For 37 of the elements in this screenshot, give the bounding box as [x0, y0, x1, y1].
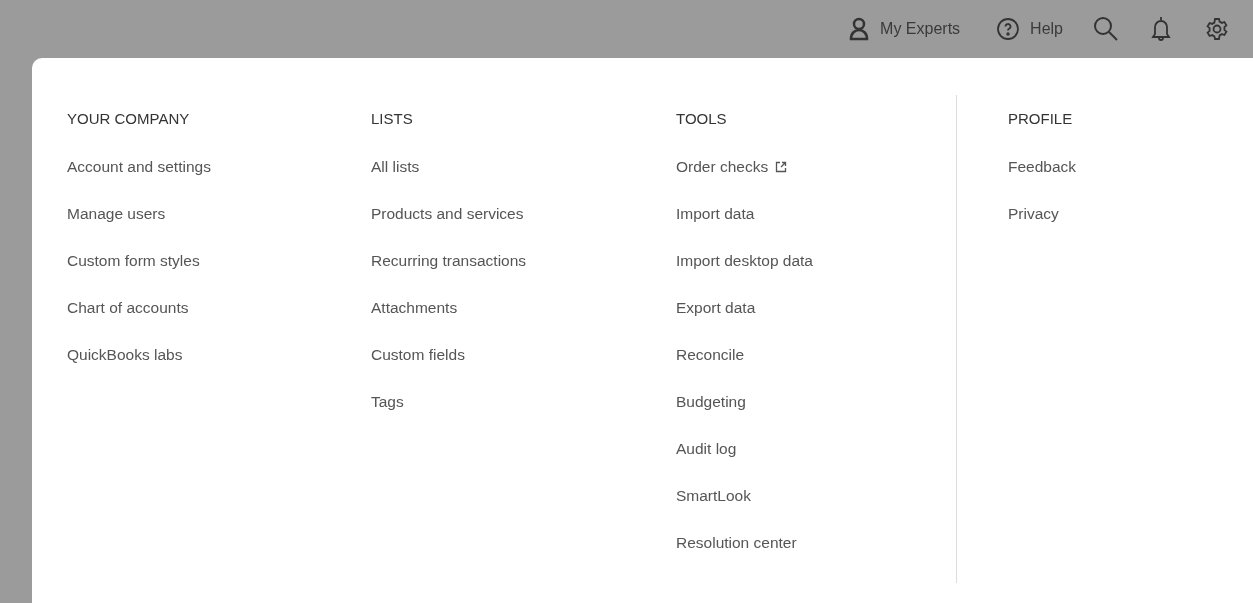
bell-icon: [1151, 16, 1171, 42]
external-link-icon: [775, 161, 788, 173]
column-heading: TOOLS: [676, 109, 728, 129]
person-icon: [848, 17, 871, 41]
my-experts-button[interactable]: My Experts: [848, 17, 961, 41]
search-button[interactable]: [1093, 16, 1119, 42]
menu-item[interactable]: Feedback: [1008, 155, 1077, 179]
menu-item[interactable]: Account and settings: [67, 155, 211, 179]
column-heading: LISTS: [371, 109, 414, 129]
menu-item[interactable]: SmartLook: [676, 484, 813, 508]
menu-item[interactable]: Import desktop data: [676, 249, 813, 273]
menu-item[interactable]: All lists: [371, 155, 527, 179]
menu-item[interactable]: Custom fields: [371, 343, 527, 367]
help-icon: [996, 17, 1021, 41]
search-icon: [1093, 16, 1119, 42]
menu-item[interactable]: Custom form styles: [67, 249, 211, 273]
notifications-button[interactable]: [1151, 16, 1171, 42]
menu-item[interactable]: QuickBooks labs: [67, 343, 211, 367]
menu-item[interactable]: Budgeting: [676, 390, 813, 414]
settings-icon: [1205, 17, 1229, 41]
menu-item[interactable]: Export data: [676, 296, 813, 320]
column-heading: YOUR COMPANY: [67, 109, 191, 129]
help-button[interactable]: Help: [996, 17, 1063, 41]
menu-item[interactable]: Recurring transactions: [371, 249, 527, 273]
menu-item[interactable]: Attachments: [371, 296, 527, 320]
menu-item[interactable]: Chart of accounts: [67, 296, 211, 320]
menu-item[interactable]: Reconcile: [676, 343, 813, 367]
menu-item[interactable]: Resolution center: [676, 531, 813, 555]
column-heading: PROFILE: [1008, 109, 1074, 129]
settings-button[interactable]: [1205, 17, 1229, 41]
menu-item[interactable]: Audit log: [676, 437, 813, 461]
menu-item[interactable]: Manage users: [67, 202, 211, 226]
menu-item[interactable]: Tags: [371, 390, 527, 414]
menu-item[interactable]: Order checks: [676, 155, 813, 179]
menu-item[interactable]: Privacy: [1008, 202, 1077, 226]
menu-item[interactable]: Import data: [676, 202, 813, 226]
menu-item[interactable]: Products and services: [371, 202, 527, 226]
